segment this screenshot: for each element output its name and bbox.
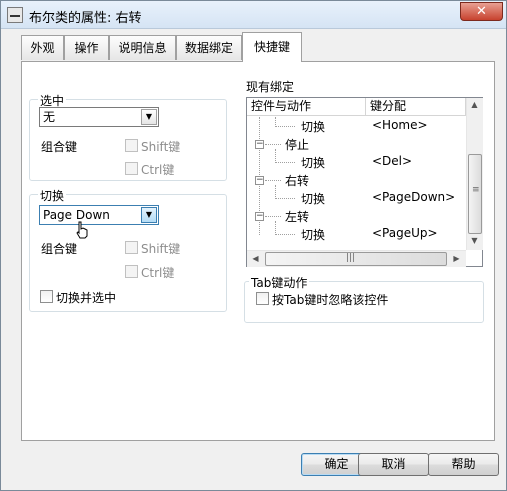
window-title: 布尔类的属性: 右转: [29, 11, 142, 26]
toggle-shift-label: Shift键: [141, 242, 181, 256]
tree-item[interactable]: 切换: [301, 190, 325, 207]
tree-item[interactable]: 右转: [285, 172, 309, 189]
tab-documentation[interactable]: 说明信息: [109, 35, 176, 60]
title-bar: 布尔类的属性: 右转 ✕: [1, 1, 506, 29]
close-button[interactable]: ✕: [460, 2, 503, 21]
tree-item[interactable]: 切换: [301, 154, 325, 171]
ignore-tab-checkbox[interactable]: [256, 292, 269, 305]
toggle-key-value: Page Down: [43, 208, 110, 222]
toggle-and-select-label: 切换并选中: [56, 291, 117, 305]
grip-icon: ≡: [472, 185, 480, 195]
hand-cursor-icon: [76, 221, 88, 239]
horizontal-scrollbar[interactable]: ◀ ||| ▶: [247, 250, 466, 267]
select-key-dropdown[interactable]: 无 ▼: [39, 107, 159, 127]
horizontal-scroll-thumb[interactable]: |||: [265, 252, 447, 266]
properties-dialog: 布尔类的属性: 右转 ✕ 外观 操作 说明信息 数据绑定 快捷键 选中 无 ▼ …: [0, 0, 507, 491]
tree-item-key: <PageDown>: [372, 190, 456, 204]
toggle-group-title: 切换: [38, 187, 67, 204]
collapse-icon[interactable]: −: [255, 140, 264, 149]
toggle-combo-label: 组合键: [41, 242, 78, 256]
chevron-down-icon[interactable]: ▼: [141, 109, 157, 125]
bindings-title: 现有绑定: [246, 80, 295, 94]
ignore-tab-label: 按Tab键时忽略该控件: [272, 293, 389, 307]
select-key-value: 无: [43, 110, 56, 124]
select-ctrl-label: Ctrl键: [141, 163, 175, 177]
toggle-ctrl-checkbox[interactable]: [125, 265, 138, 278]
tree-guide-line: [265, 216, 281, 217]
scroll-up-icon[interactable]: ▲: [467, 100, 482, 109]
grip-icon: |||: [346, 253, 356, 263]
tab-shortcut-keys[interactable]: 快捷键: [242, 32, 302, 62]
toggle-key-dropdown[interactable]: Page Down ▼: [39, 205, 159, 225]
tree-item[interactable]: 切换: [301, 226, 325, 243]
tab-data-binding[interactable]: 数据绑定: [176, 35, 242, 60]
tree-item-key: <Home>: [372, 118, 428, 132]
select-shift-label: Shift键: [141, 140, 181, 154]
select-ctrl-checkbox[interactable]: [125, 162, 138, 175]
tree-guide-line: [275, 198, 295, 199]
tab-operation[interactable]: 操作: [64, 35, 109, 60]
tree-guide-line: [275, 149, 276, 163]
scroll-left-icon[interactable]: ◀: [248, 254, 263, 263]
scroll-right-icon[interactable]: ▶: [449, 254, 464, 263]
scroll-down-icon[interactable]: ▼: [467, 236, 482, 245]
toggle-ctrl-label: Ctrl键: [141, 266, 175, 280]
tree-item-key: <Del>: [372, 154, 413, 168]
tree-item[interactable]: 切换: [301, 118, 325, 135]
vertical-scrollbar[interactable]: ▲ ≡ ▼: [466, 98, 483, 250]
toggle-and-select-checkbox[interactable]: [40, 290, 53, 303]
vertical-scroll-thumb[interactable]: ≡: [468, 154, 482, 234]
help-button[interactable]: 帮助: [428, 453, 499, 476]
collapse-icon[interactable]: −: [255, 176, 264, 185]
bindings-tree[interactable]: 控件与动作 键分配 切换 <Home> − 停止 切换 <Del> − 右转 切…: [246, 97, 483, 267]
tab-action-title: Tab键动作: [249, 274, 310, 291]
tree-guide-line: [275, 221, 276, 235]
tab-appearance[interactable]: 外观: [21, 35, 64, 60]
column-header-key[interactable]: 键分配: [366, 98, 466, 116]
column-header-control[interactable]: 控件与动作: [247, 98, 366, 116]
tree-guide-line: [275, 126, 295, 127]
tree-guide-line: [265, 180, 281, 181]
tree-guide-line: [265, 144, 281, 145]
cancel-button[interactable]: 取消: [358, 453, 429, 476]
tree-item-key: <PageUp>: [372, 226, 438, 240]
chevron-down-icon[interactable]: ▼: [141, 207, 157, 223]
tree-item[interactable]: 左转: [285, 208, 309, 225]
tree-guide-line: [275, 234, 295, 235]
select-shift-checkbox[interactable]: [125, 139, 138, 152]
tree-guide-line: [275, 162, 295, 163]
select-combo-label: 组合键: [41, 140, 78, 154]
collapse-icon[interactable]: −: [255, 212, 264, 221]
tree-guide-line: [275, 185, 276, 199]
app-icon: [7, 7, 23, 23]
toggle-shift-checkbox[interactable]: [125, 241, 138, 254]
tree-item[interactable]: 停止: [285, 136, 309, 153]
